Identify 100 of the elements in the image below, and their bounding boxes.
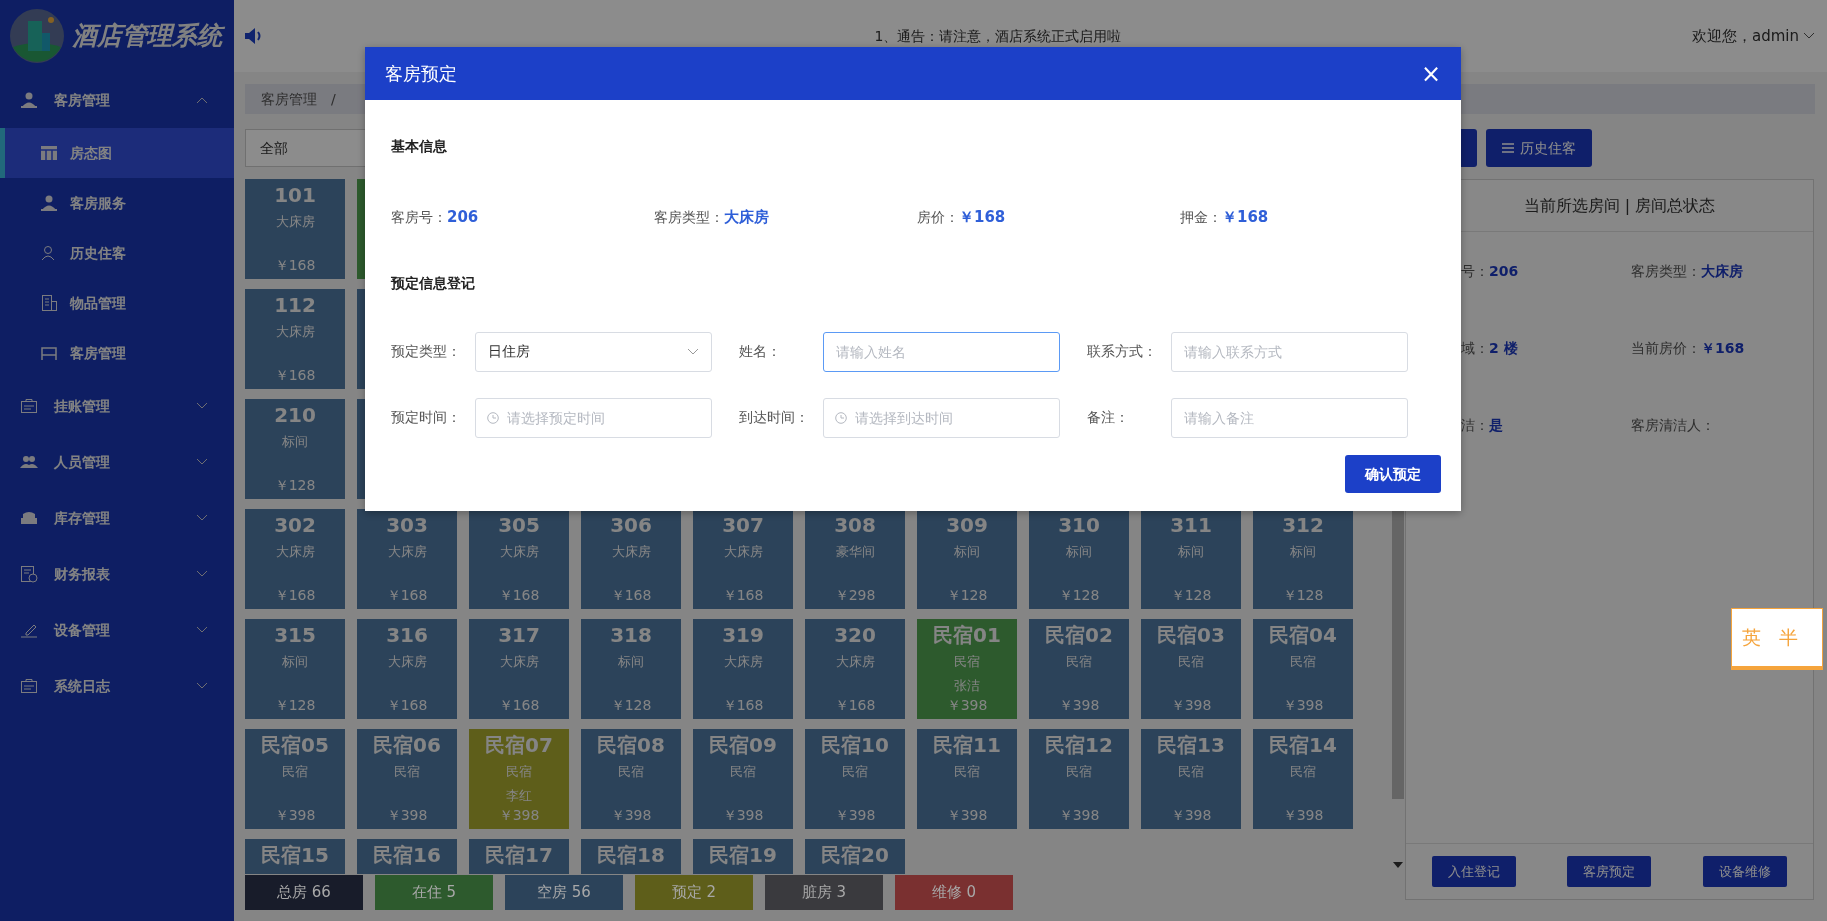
menu-group[interactable]: 挂账管理 [0,378,234,434]
dialog-title: 客房预定 [385,62,457,86]
chevron-down-icon [1803,32,1815,40]
room-tile[interactable]: 民宿12 民宿 ￥398 [1029,729,1129,829]
room-tile[interactable]: 民宿04 民宿 ￥398 [1253,619,1353,719]
room-tile[interactable]: 112 大床房 ￥168 [245,289,345,389]
room-number: 320 [833,623,877,647]
room-tile[interactable]: 民宿06 民宿 ￥398 [357,729,457,829]
room-tile[interactable]: 民宿20 [805,839,905,874]
room-tile[interactable]: 320 大床房 ￥168 [805,619,905,719]
room-tile[interactable]: 民宿13 民宿 ￥398 [1141,729,1241,829]
room-tile[interactable]: 民宿19 [693,839,793,874]
menu-group[interactable]: 系统日志 [0,658,234,714]
info-value: ￥168 [1222,207,1269,228]
room-type: 标间 [281,433,309,451]
menu-item[interactable]: 客房管理 [0,328,234,378]
room-type: 民宿 [1289,763,1317,781]
room-type: 民宿 [281,763,309,781]
room-number: 民宿07 [484,733,554,757]
room-tile[interactable]: 民宿14 民宿 ￥398 [1253,729,1353,829]
action-button[interactable]: 设备维修 [1703,856,1788,887]
menu-group[interactable]: 设备管理 [0,602,234,658]
room-tile[interactable]: 210 标间 ￥128 [245,399,345,499]
room-number: 305 [497,513,541,537]
info-value: 206 [447,207,479,228]
status-legend-item[interactable]: 总房 66 [245,875,363,910]
room-tile[interactable]: 312 标间 ￥128 [1253,509,1353,609]
room-tile[interactable]: 101 大床房 ￥168 [245,179,345,279]
ime-mode[interactable]: 英 [1742,623,1761,652]
room-tile[interactable]: 315 标间 ￥128 [245,619,345,719]
info-label: 号： [1461,262,1489,281]
status-legend-item[interactable]: 在住 5 [375,875,493,910]
room-tile[interactable]: 民宿11 民宿 ￥398 [917,729,1017,829]
room-tile[interactable]: 303 大床房 ￥168 [357,509,457,609]
date-field[interactable]: 请选择到达时间 [823,397,1060,438]
history-button[interactable]: 历史住客 [1486,129,1592,167]
room-type: 民宿 [729,763,757,781]
room-number: 312 [1281,513,1325,537]
room-number: 民宿14 [1268,733,1338,757]
room-tile[interactable]: 307 大床房 ￥168 [693,509,793,609]
confirm-button[interactable]: 确认预定 [1345,455,1441,493]
room-tile[interactable]: 民宿02 民宿 ￥398 [1029,619,1129,719]
section-title: 基本信息 [391,137,447,156]
room-tile[interactable]: 民宿01 民宿 张洁 ￥398 [917,619,1017,719]
room-tile[interactable]: 311 标间 ￥128 [1141,509,1241,609]
room-tile[interactable]: 306 大床房 ￥168 [581,509,681,609]
menu-item[interactable]: 客房服务 [0,178,234,228]
menu-group[interactable]: 人员管理 [0,434,234,490]
room-type: 民宿 [841,763,869,781]
room-price: ￥168 [497,586,541,605]
menu-group[interactable]: 库存管理 [0,490,234,546]
status-legend-item[interactable]: 空房 56 [505,875,623,910]
status-legend-item[interactable]: 脏房 3 [765,875,883,910]
room-tile[interactable]: 民宿08 民宿 ￥398 [581,729,681,829]
room-tile[interactable]: 民宿09 民宿 ￥398 [693,729,793,829]
info-value: ￥168 [959,207,1006,228]
room-tile[interactable]: 319 大床房 ￥168 [693,619,793,719]
room-tile[interactable]: 310 标间 ￥128 [1029,509,1129,609]
room-tile[interactable]: 316 大床房 ￥168 [357,619,457,719]
status-legend-item[interactable]: 预定 2 [635,875,753,910]
room-tile[interactable]: 309 标间 ￥128 [917,509,1017,609]
date-field[interactable]: 请选择预定时间 [475,397,712,438]
ime-width[interactable]: 半 [1779,623,1798,652]
user-menu[interactable]: 欢迎您，admin [1692,24,1815,48]
room-price: ￥128 [1169,586,1213,605]
menu-group[interactable]: 财务报表 [0,546,234,602]
room-tile[interactable]: 民宿03 民宿 ￥398 [1141,619,1241,719]
room-tile[interactable]: 民宿10 民宿 ￥398 [805,729,905,829]
room-tile[interactable]: 305 大床房 ￥168 [469,509,569,609]
menu-item[interactable]: 历史住客 [0,228,234,278]
room-tile[interactable]: 302 大床房 ￥168 [245,509,345,609]
room-tile[interactable]: 308 豪华间 ￥298 [805,509,905,609]
room-number: 308 [833,513,877,537]
room-price: ￥168 [609,586,653,605]
scroll-down-icon[interactable] [1393,862,1403,868]
select-field[interactable]: 日住房 [475,331,712,372]
room-tile[interactable]: 民宿16 [357,839,457,874]
close-button[interactable]: × [1420,61,1441,86]
room-tile[interactable]: 民宿15 [245,839,345,874]
menu-item[interactable]: 房态图 [0,128,234,178]
action-button[interactable]: 客房预定 [1567,856,1652,887]
room-tile[interactable]: 民宿17 [469,839,569,874]
action-button[interactable]: 入住登记 [1431,856,1516,887]
menu-item[interactable]: 物品管理 [0,278,234,328]
info-label: 域： [1461,339,1489,358]
input-field[interactable]: 请输入姓名 [823,331,1060,372]
room-tile[interactable]: 民宿18 [581,839,681,874]
room-tile[interactable]: 民宿05 民宿 ￥398 [245,729,345,829]
room-tile[interactable]: 317 大床房 ￥168 [469,619,569,719]
menu-group[interactable]: 客房管理 [0,72,234,128]
room-price: ￥128 [1057,586,1101,605]
room-tile[interactable]: 民宿07 民宿 李红 ￥398 [469,729,569,829]
room-number: 317 [497,623,541,647]
room-number: 316 [385,623,429,647]
room-tile[interactable]: 318 标间 ￥128 [581,619,681,719]
status-legend-item[interactable]: 维修 0 [895,875,1013,910]
room-number: 112 [273,293,317,317]
logo-icon [10,9,64,63]
guest-name: 张洁 [953,677,981,695]
breadcrumb-item[interactable]: 客房管理 [261,88,317,110]
